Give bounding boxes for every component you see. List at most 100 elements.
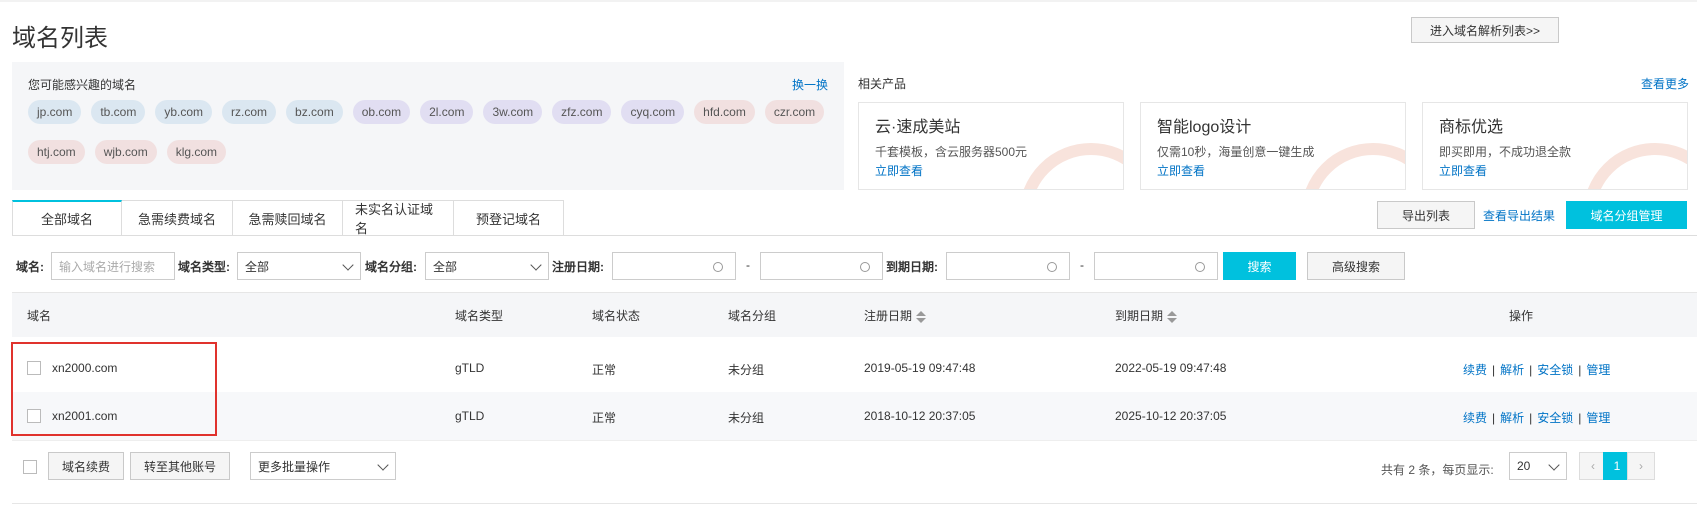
related-products-header: 相关产品	[858, 77, 907, 91]
renew-link[interactable]: 续费	[1463, 363, 1487, 377]
domain-tag[interactable]: yb.com	[155, 100, 213, 124]
view-export-result-link[interactable]: 查看导出结果	[1483, 207, 1555, 224]
reg-date: 2018-10-12 20:37:05	[864, 409, 976, 423]
domain-tag[interactable]: klg.com	[166, 140, 227, 164]
swap-suggestions-link[interactable]: 换一换	[792, 76, 828, 93]
card-title: 智能logo设计	[1157, 119, 1252, 136]
clock-icon	[860, 262, 870, 272]
card-desc: 仅需10秒，海量创意一键生成	[1157, 145, 1315, 159]
tab-redeem-urgent[interactable]: 急需赎回域名	[233, 200, 343, 236]
type-filter-label: 域名类型:	[178, 260, 230, 274]
next-page-button[interactable]: ›	[1627, 452, 1655, 480]
op-separator: |	[1578, 411, 1582, 425]
card-title: 商标优选	[1439, 119, 1504, 136]
domain-tag[interactable]: rz.com	[222, 100, 277, 124]
exp-date-label: 到期日期:	[886, 260, 938, 274]
chevron-down-icon	[377, 459, 389, 471]
type-select[interactable]: 全部	[237, 252, 361, 280]
col-type: 域名类型	[455, 309, 504, 323]
reg-date-start-input[interactable]	[612, 252, 736, 280]
tab-all[interactable]: 全部域名	[12, 200, 122, 236]
domain-status: 正常	[592, 363, 617, 377]
batch-operations-select[interactable]: 更多批量操作	[250, 452, 396, 480]
exp-date: 2022-05-19 09:47:48	[1115, 361, 1227, 375]
date-range-separator: -	[1080, 258, 1084, 272]
col-reg-date[interactable]: 注册日期	[864, 307, 927, 324]
security-lock-link[interactable]: 安全锁	[1537, 411, 1573, 425]
domain-tag[interactable]: tb.com	[91, 100, 146, 124]
col-reg-date-label: 注册日期	[864, 309, 913, 323]
tab-renew-urgent[interactable]: 急需续费域名	[122, 200, 233, 236]
domain-tag[interactable]: hfd.com	[694, 100, 755, 124]
op-separator: |	[1492, 411, 1496, 425]
security-lock-link[interactable]: 安全锁	[1537, 363, 1573, 377]
tab-preregistered[interactable]: 预登记域名	[454, 200, 564, 236]
domain-status: 正常	[592, 411, 617, 425]
card-decoration	[1019, 143, 1123, 189]
group-select[interactable]: 全部	[425, 252, 549, 280]
dns-link[interactable]: 解析	[1500, 363, 1524, 377]
domain-group: 未分组	[728, 411, 765, 425]
suggested-domains-panel: 您可能感兴趣的域名 换一换 jp.com tb.com yb.com rz.co…	[12, 62, 844, 190]
search-button[interactable]: 搜索	[1223, 252, 1296, 280]
sort-icon[interactable]	[1167, 310, 1178, 323]
op-separator: |	[1492, 363, 1496, 377]
reg-date: 2019-05-19 09:47:48	[864, 361, 976, 375]
col-group: 域名分组	[728, 309, 777, 323]
domain-search-input[interactable]: 输入域名进行搜索	[51, 252, 175, 280]
export-list-button[interactable]: 导出列表	[1377, 201, 1475, 229]
product-card-trademark[interactable]: 商标优选 即买即用，不成功退全款 立即查看	[1422, 102, 1688, 190]
domain-tag[interactable]: 2l.com	[420, 100, 474, 124]
domain-tag[interactable]: czr.com	[764, 100, 825, 124]
col-exp-date[interactable]: 到期日期	[1115, 307, 1178, 324]
domain-tag[interactable]: bz.com	[286, 100, 343, 124]
card-desc: 千套模板，含云服务器500元	[875, 145, 1028, 159]
op-separator: |	[1578, 363, 1582, 377]
domain-type: gTLD	[455, 361, 485, 375]
domain-tag[interactable]: htj.com	[28, 140, 85, 164]
view-more-link[interactable]: 查看更多	[1641, 75, 1689, 92]
card-link[interactable]: 立即查看	[875, 162, 923, 179]
col-status: 域名状态	[592, 309, 641, 323]
select-all-checkbox[interactable]	[23, 460, 37, 474]
tab-unverified[interactable]: 未实名认证域名	[343, 200, 454, 236]
reg-date-label: 注册日期:	[552, 260, 604, 274]
domain-tag[interactable]: zfz.com	[552, 100, 612, 124]
exp-date-start-input[interactable]	[946, 252, 1070, 280]
domain-tag[interactable]: wjb.com	[94, 140, 157, 164]
domain-tag[interactable]: jp.com	[28, 100, 82, 124]
table-row: xn2000.com gTLD 正常 未分组 2019-05-19 09:47:…	[12, 344, 1697, 393]
exp-date-end-input[interactable]	[1094, 252, 1218, 280]
domain-tag[interactable]: ob.com	[352, 100, 411, 124]
card-link[interactable]: 立即查看	[1157, 162, 1205, 179]
page-title: 域名列表	[12, 25, 108, 52]
page-size-select[interactable]: 20	[1509, 452, 1567, 480]
page-size-value: 20	[1517, 459, 1531, 473]
manage-link[interactable]: 管理	[1586, 411, 1610, 425]
card-decoration	[1583, 143, 1687, 189]
reg-date-end-input[interactable]	[760, 252, 883, 280]
card-link[interactable]: 立即查看	[1439, 162, 1487, 179]
sort-icon[interactable]	[916, 310, 927, 323]
domain-group: 未分组	[728, 363, 765, 377]
dns-link[interactable]: 解析	[1500, 411, 1524, 425]
advanced-search-button[interactable]: 高级搜索	[1307, 252, 1405, 280]
manage-link[interactable]: 管理	[1586, 363, 1610, 377]
group-manage-button[interactable]: 域名分组管理	[1566, 201, 1687, 229]
suggested-domains-header: 您可能感兴趣的域名	[28, 78, 137, 92]
domain-tag[interactable]: cyq.com	[621, 100, 685, 124]
product-card-site[interactable]: 云·速成美站 千套模板，含云服务器500元 立即查看	[858, 102, 1124, 190]
goto-dns-list-button[interactable]: 进入域名解析列表>>	[1411, 17, 1559, 43]
type-select-value: 全部	[245, 259, 270, 274]
batch-operations-value: 更多批量操作	[258, 459, 331, 474]
op-separator: |	[1529, 411, 1533, 425]
col-ops: 操作	[1509, 309, 1534, 323]
product-card-logo[interactable]: 智能logo设计 仅需10秒，海量创意一键生成 立即查看	[1140, 102, 1406, 190]
renew-link[interactable]: 续费	[1463, 411, 1487, 425]
batch-renew-button[interactable]: 域名续费	[48, 452, 124, 480]
col-exp-date-label: 到期日期	[1115, 309, 1164, 323]
domain-tag[interactable]: 3w.com	[483, 100, 543, 124]
pagination-info: 共有 2 条，每页显示:	[1381, 463, 1494, 477]
exp-date: 2025-10-12 20:37:05	[1115, 409, 1227, 423]
transfer-account-button[interactable]: 转至其他账号	[130, 452, 230, 480]
